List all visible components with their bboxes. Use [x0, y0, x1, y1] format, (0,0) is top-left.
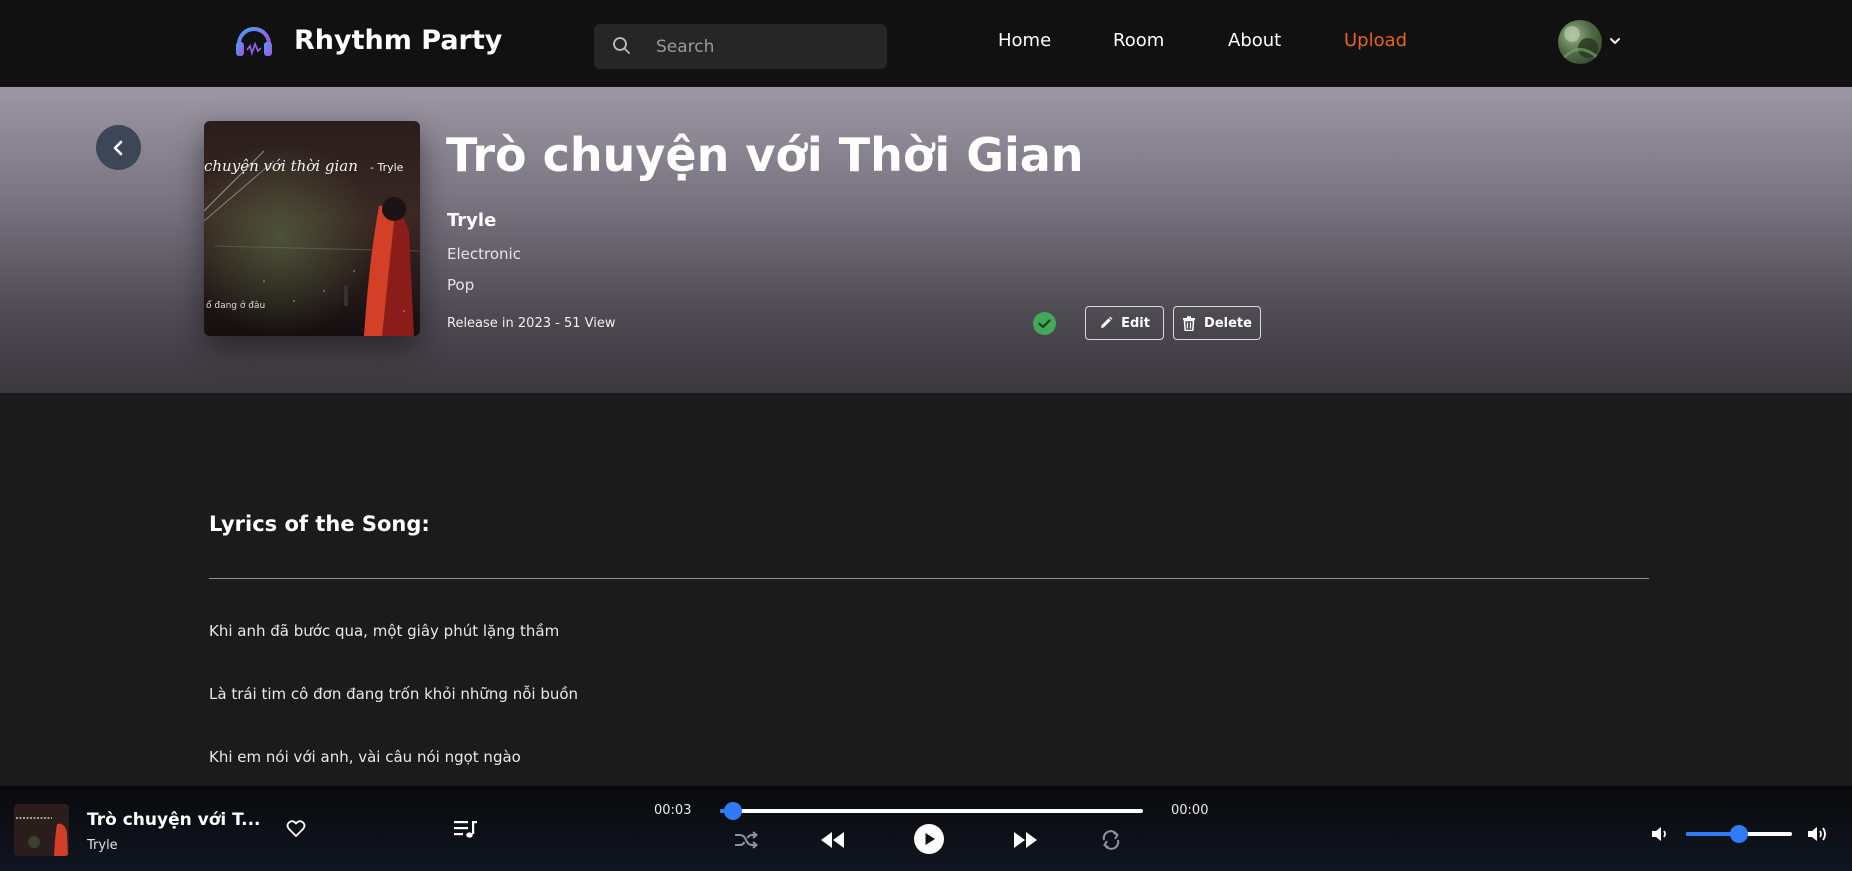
nav-room[interactable]: Room [1113, 30, 1164, 51]
edit-button[interactable]: Edit [1085, 306, 1164, 340]
volume-thumb[interactable] [1730, 825, 1748, 843]
player-cover-thumbnail[interactable] [14, 804, 69, 856]
volume-high-icon[interactable] [1807, 824, 1829, 844]
song-title: Trò chuyện với Thời Gian [446, 128, 1084, 182]
playlist-queue-icon[interactable] [454, 818, 478, 840]
release-info: Release in 2023 - 51 View [447, 316, 616, 331]
user-avatar[interactable] [1558, 20, 1602, 64]
nav-upload[interactable]: Upload [1344, 30, 1407, 51]
delete-button-label: Delete [1204, 315, 1252, 331]
fast-forward-icon[interactable] [1013, 830, 1038, 850]
chevron-left-icon [113, 140, 122, 155]
check-circle-icon [1033, 312, 1056, 335]
brand-name[interactable]: Rhythm Party [294, 25, 502, 56]
back-button[interactable] [96, 125, 141, 170]
chevron-down-icon[interactable] [1608, 34, 1622, 48]
play-icon[interactable] [914, 824, 944, 854]
lyric-line: Khi em nói với anh, vài câu nói ngọt ngà… [209, 748, 521, 766]
trash-icon [1183, 315, 1196, 331]
nav-home[interactable]: Home [998, 30, 1051, 51]
volume-low-icon[interactable] [1650, 824, 1672, 844]
lyrics-heading: Lyrics of the Song: [209, 512, 430, 536]
progress-thumb[interactable] [724, 802, 742, 820]
music-player-bar: Trò chuyện với T... Tryle 00:03 00:00 [0, 786, 1852, 871]
genre-tag: Electronic [447, 245, 521, 263]
player-song-artist[interactable]: Tryle [87, 838, 118, 853]
cover-subtext: ổ đang ở đâu [206, 300, 265, 311]
genre-tag: Pop [447, 276, 475, 294]
song-artist[interactable]: Tryle [447, 210, 496, 231]
repeat-icon[interactable] [1100, 829, 1122, 851]
shuffle-icon[interactable] [734, 830, 758, 852]
volume-slider[interactable] [1686, 825, 1792, 843]
current-time: 00:03 [654, 803, 692, 818]
progress-slider[interactable] [720, 802, 1143, 820]
cover-title-text: chuyện với thời gian [204, 157, 358, 175]
lyric-line: Là trái tim cô đơn đang trốn khỏi những … [209, 685, 579, 703]
cover-artist-text: - Tryle [370, 161, 404, 174]
pencil-icon [1101, 316, 1113, 328]
lyrics-divider [209, 578, 1649, 579]
headphones-logo-icon[interactable] [233, 20, 275, 62]
search-input[interactable] [656, 24, 881, 69]
delete-button[interactable]: Delete [1173, 306, 1261, 340]
top-navbar: Rhythm Party Home Room About Upload [0, 0, 1852, 87]
rewind-icon[interactable] [820, 830, 845, 850]
heart-icon[interactable] [286, 819, 306, 839]
album-cover: chuyện với thời gian - Tryle ổ đang ở đâ… [204, 121, 420, 336]
player-song-title[interactable]: Trò chuyện với T... [87, 810, 261, 830]
nav-about[interactable]: About [1228, 30, 1281, 51]
search-icon [613, 37, 630, 54]
edit-button-label: Edit [1121, 315, 1150, 331]
search-bar[interactable] [594, 24, 887, 69]
duration-time: 00:00 [1171, 803, 1209, 818]
lyric-line: Khi anh đã bước qua, một giây phút lặng … [209, 622, 560, 640]
